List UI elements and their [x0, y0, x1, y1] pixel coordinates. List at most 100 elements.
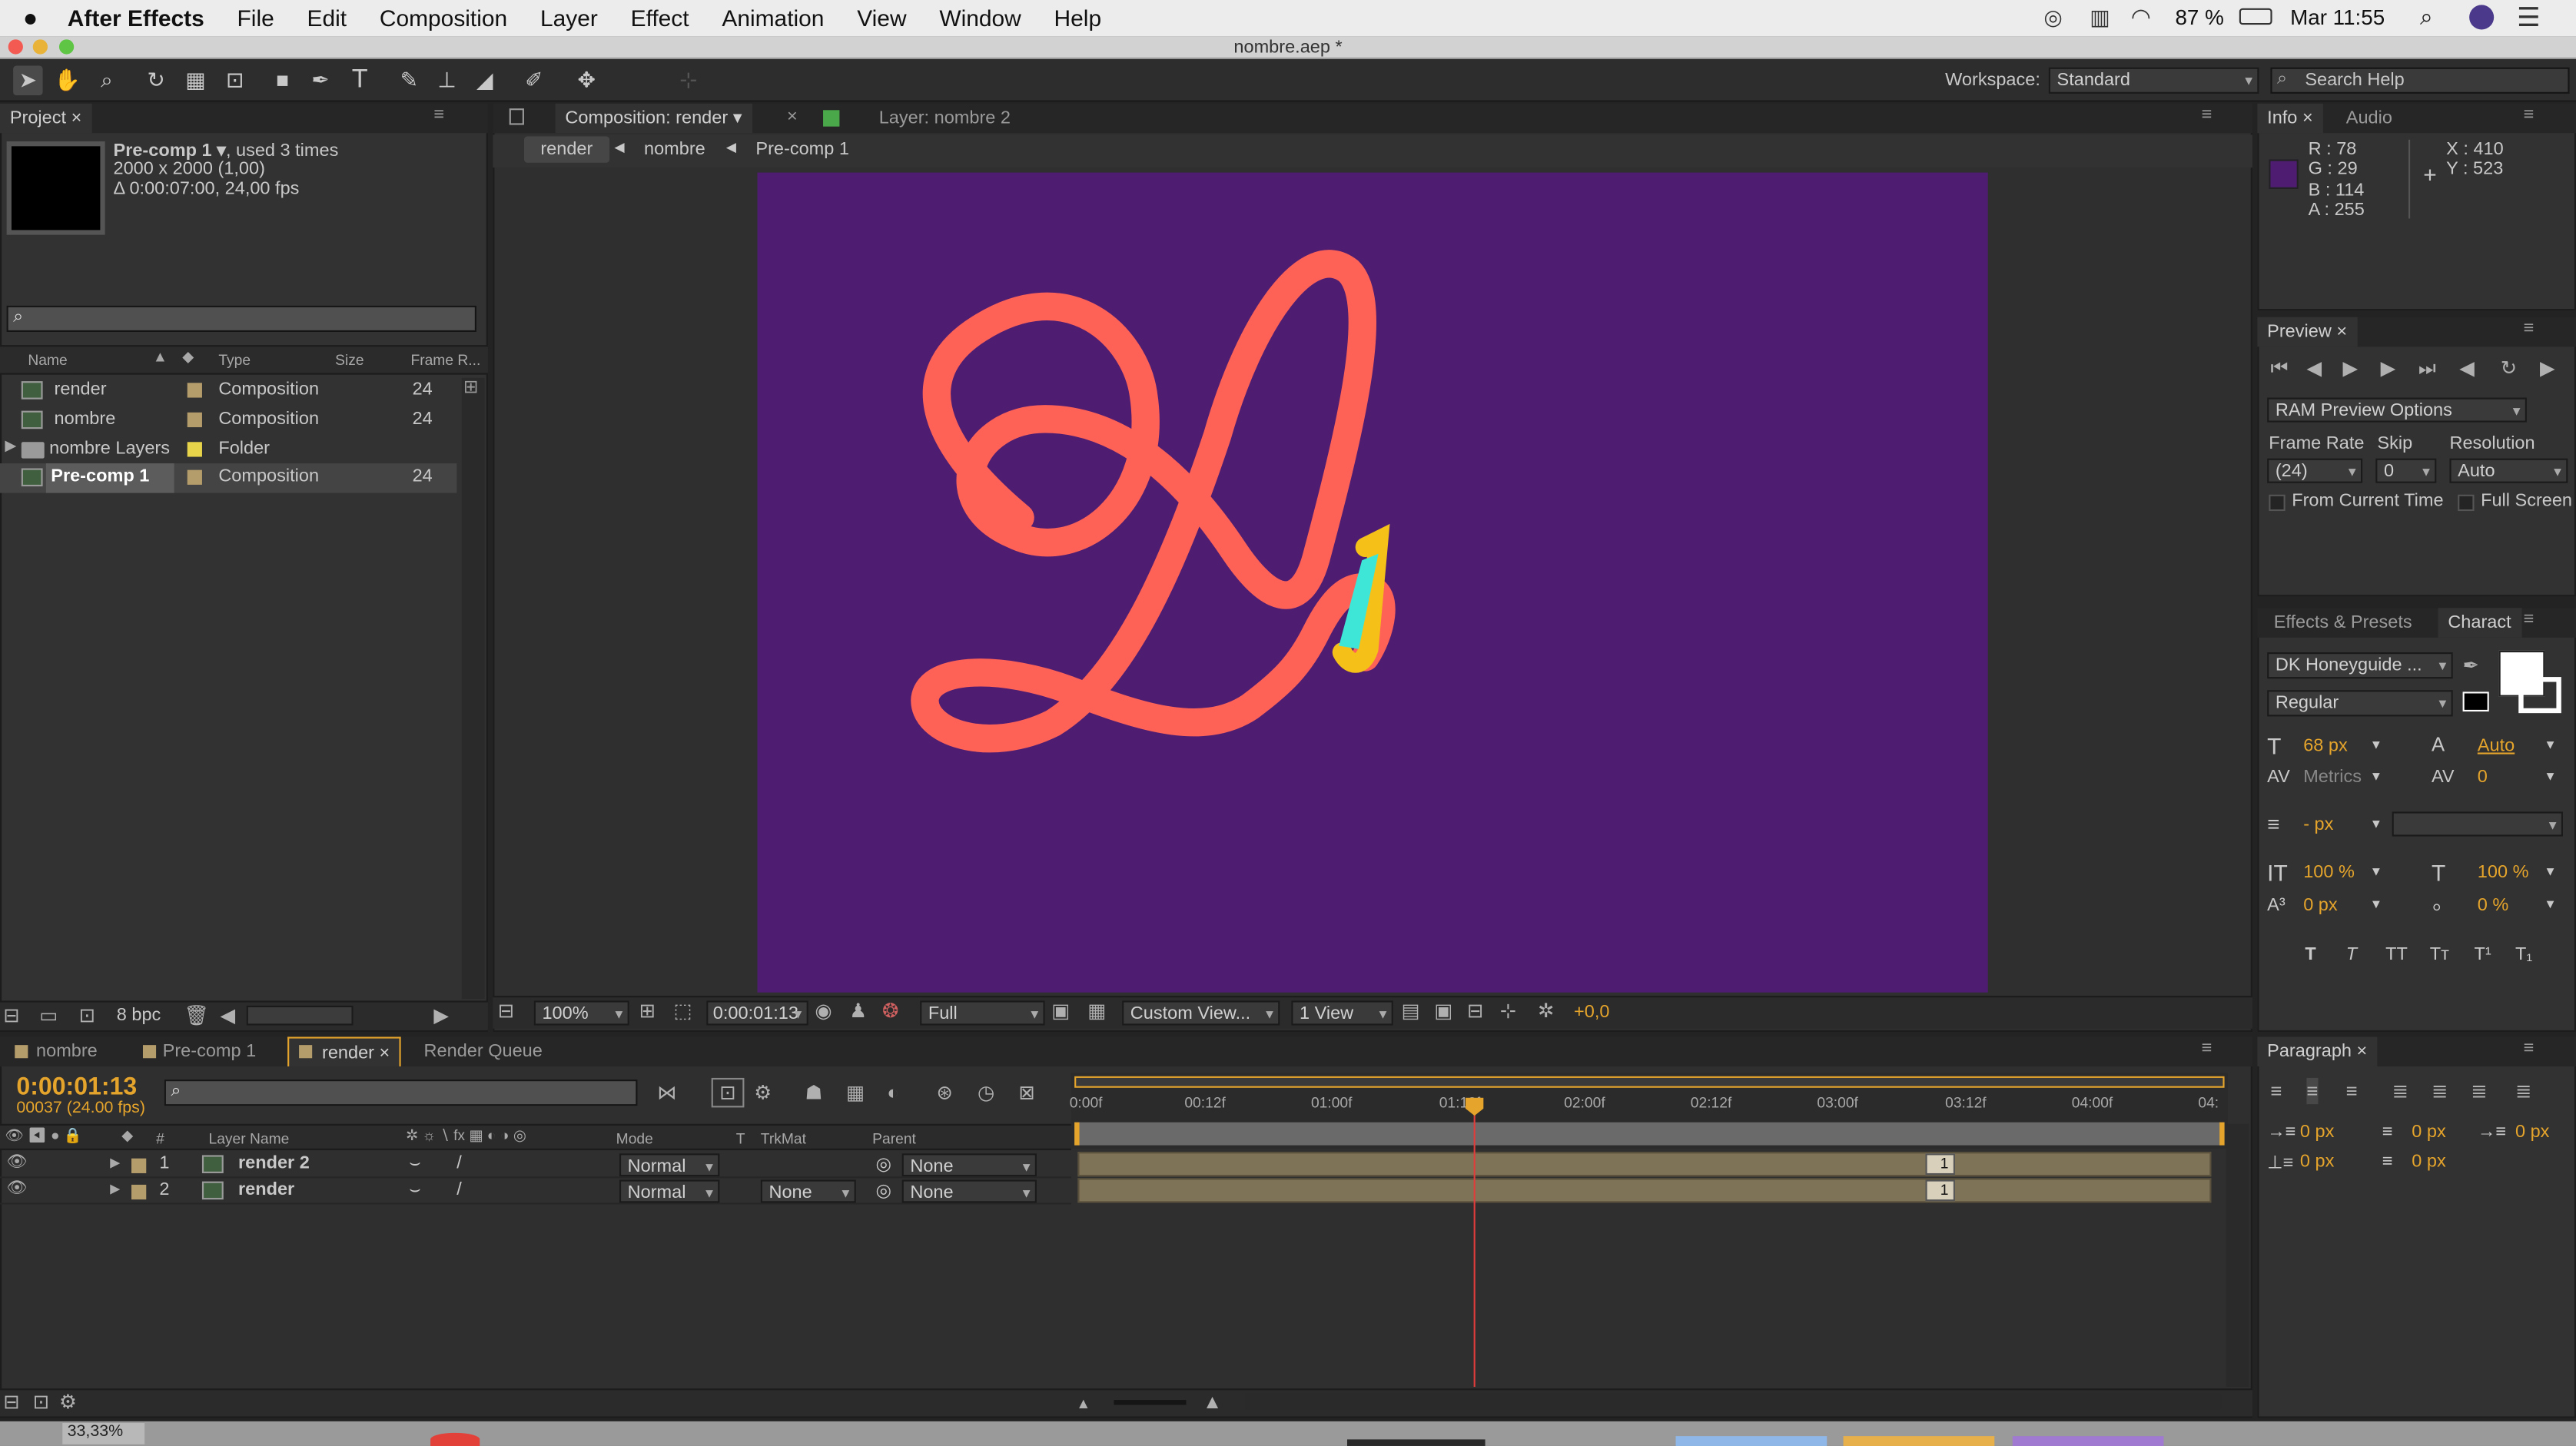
- workspace-select[interactable]: Standard: [2048, 67, 2259, 94]
- menu-edit[interactable]: Edit: [290, 5, 363, 31]
- magnification-select[interactable]: 100%: [533, 1000, 629, 1026]
- label-swatch[interactable]: [187, 442, 202, 457]
- fast-previews-icon[interactable]: ▣: [1051, 997, 1070, 1023]
- align-center-icon[interactable]: ≡: [2306, 1077, 2319, 1105]
- project-item-row-selected[interactable]: Pre-comp 1 Composition 24: [0, 463, 457, 493]
- label-column-icon[interactable]: ◆: [121, 1127, 133, 1146]
- puppet-pin-tool-icon[interactable]: ✥: [572, 66, 601, 95]
- font-family-select[interactable]: DK Honeyguide ...: [2267, 652, 2453, 679]
- column-trkmat[interactable]: TrkMat: [761, 1130, 806, 1146]
- reset-exposure-icon[interactable]: ✲: [1538, 997, 1555, 1023]
- menu-layer[interactable]: Layer: [524, 5, 615, 31]
- dropdown-icon[interactable]: ▾: [2372, 815, 2380, 834]
- menu-animation[interactable]: Animation: [705, 5, 841, 31]
- dropdown-icon[interactable]: ▾: [2372, 768, 2380, 786]
- frame-blending-icon[interactable]: ▦: [846, 1080, 865, 1106]
- breadcrumb-render[interactable]: render: [523, 136, 609, 163]
- region-of-interest-icon[interactable]: ⬚: [673, 997, 692, 1023]
- hide-shy-layers-icon[interactable]: ☗: [805, 1080, 823, 1106]
- transfer-controls-toggle-icon[interactable]: ⊡: [33, 1388, 50, 1414]
- eye-icon[interactable]: 👁: [7, 1180, 28, 1199]
- battery-icon[interactable]: [2239, 8, 2272, 25]
- project-scrollbar[interactable]: [461, 377, 485, 1000]
- view-select[interactable]: Custom View...: [1122, 1000, 1280, 1026]
- space-before-value[interactable]: 0 px: [2300, 1152, 2334, 1172]
- clone-stamp-tool-icon[interactable]: ⊥: [432, 66, 461, 95]
- next-frame-icon[interactable]: ▶: [2381, 355, 2396, 381]
- mute-audio-icon[interactable]: ◀: [2459, 355, 2475, 381]
- expand-triangle-icon[interactable]: ▶: [110, 1155, 120, 1169]
- play-icon[interactable]: ▶: [2343, 355, 2359, 381]
- new-composition-icon[interactable]: ⊡: [79, 1003, 96, 1029]
- sort-up-icon[interactable]: ▲: [153, 348, 168, 364]
- lock-icon[interactable]: [509, 108, 524, 125]
- menu-file[interactable]: File: [221, 5, 290, 31]
- resolution-select[interactable]: Auto: [2449, 458, 2568, 483]
- tab-preview[interactable]: Preview ×: [2257, 317, 2357, 347]
- apple-icon[interactable]: ●: [0, 4, 51, 32]
- scroll-right-icon[interactable]: ▶: [433, 1003, 449, 1029]
- timeline-search-input[interactable]: ⌕: [164, 1080, 638, 1106]
- time-navigator[interactable]: [1074, 1076, 2225, 1088]
- bit-depth[interactable]: 8 bpc: [117, 1006, 161, 1026]
- layer-mode-select[interactable]: Normal: [619, 1179, 720, 1203]
- small-caps-button[interactable]: Tт: [2430, 945, 2449, 965]
- horizontal-scroll-thumb[interactable]: [246, 1005, 354, 1026]
- search-help-input[interactable]: ⌕ Search Help: [2270, 67, 2570, 94]
- dock-app-icon[interactable]: [1346, 1439, 1486, 1446]
- label-swatch[interactable]: [187, 469, 202, 485]
- pickwhip-icon[interactable]: ◎: [875, 1153, 891, 1175]
- timeline-vertical-scrollbar[interactable]: [2226, 1123, 2249, 1387]
- timeline-current-time[interactable]: 0:00:01:13: [16, 1073, 137, 1101]
- flowchart-icon[interactable]: ⊹: [1500, 997, 1517, 1023]
- frame-rate-select[interactable]: (24): [2267, 458, 2363, 483]
- column-type[interactable]: Type: [218, 352, 251, 368]
- layer-marker[interactable]: 1: [1925, 1153, 1955, 1176]
- tab-audio[interactable]: Audio: [2336, 104, 2402, 133]
- layer-duration-bar[interactable]: [1077, 1152, 2212, 1177]
- subscript-button[interactable]: T₁: [2515, 945, 2532, 965]
- app-name-menu[interactable]: After Effects: [51, 5, 221, 31]
- timeline-horizontal-scrollbar[interactable]: [1245, 1393, 2222, 1410]
- rotation-tool-icon[interactable]: ↻: [141, 66, 171, 95]
- quality-switch-icon[interactable]: /: [456, 1180, 462, 1200]
- composition-canvas[interactable]: [757, 172, 1988, 993]
- work-area-bar[interactable]: [1074, 1122, 2225, 1146]
- superscript-button[interactable]: T¹: [2475, 945, 2491, 965]
- layer-row[interactable]: 👁 ▶ 2 render ⌣ / Normal None ◎ None: [0, 1178, 1071, 1205]
- selection-tool-icon[interactable]: ➤: [13, 65, 43, 96]
- brush-tool-icon[interactable]: ✎: [394, 66, 423, 95]
- column-name[interactable]: Name: [28, 352, 67, 368]
- rectangle-tool-icon[interactable]: ■: [267, 66, 297, 95]
- tab-character[interactable]: Charact: [2438, 608, 2521, 638]
- menu-composition[interactable]: Composition: [363, 5, 523, 31]
- dropdown-icon[interactable]: ▾: [2372, 896, 2380, 914]
- font-style-select[interactable]: Regular: [2267, 690, 2453, 717]
- column-layer-name[interactable]: Layer Name: [209, 1130, 290, 1146]
- quality-switch-icon[interactable]: /: [456, 1153, 462, 1173]
- tsume-value[interactable]: 0 %: [2478, 896, 2509, 916]
- layer-marker[interactable]: 1: [1925, 1179, 1955, 1202]
- dock-app-icon[interactable]: [1675, 1436, 1827, 1446]
- creative-cloud-icon[interactable]: ◎: [2043, 5, 2062, 31]
- tab-project[interactable]: Project ×: [0, 103, 92, 134]
- zoom-in-icon[interactable]: ▲: [1203, 1388, 1222, 1414]
- roto-brush-tool-icon[interactable]: ✐: [520, 66, 549, 95]
- tab-render[interactable]: render ×: [287, 1036, 402, 1066]
- space-after-value[interactable]: 0 px: [2412, 1152, 2445, 1172]
- faux-bold-button[interactable]: T: [2305, 945, 2315, 965]
- activity-monitor-icon[interactable]: ▥: [2090, 5, 2110, 31]
- tab-info[interactable]: Info ×: [2257, 103, 2323, 134]
- title-action-safe-icon[interactable]: ⊞: [639, 997, 656, 1023]
- menu-view[interactable]: View: [841, 5, 923, 31]
- label-swatch[interactable]: [131, 1184, 147, 1200]
- project-search-input[interactable]: ⌕: [6, 305, 476, 332]
- project-item-row[interactable]: nombre Composition 24: [0, 406, 456, 435]
- resolution-select[interactable]: Full: [920, 1000, 1045, 1026]
- column-parent[interactable]: Parent: [872, 1130, 916, 1146]
- dropdown-icon[interactable]: ▾: [2372, 863, 2380, 881]
- new-folder-icon[interactable]: ▭: [39, 1003, 58, 1029]
- pen-tool-icon[interactable]: ✒: [306, 66, 335, 95]
- column-frame-rate[interactable]: Frame R...: [410, 352, 480, 368]
- layer-duration-bar[interactable]: [1077, 1178, 2212, 1203]
